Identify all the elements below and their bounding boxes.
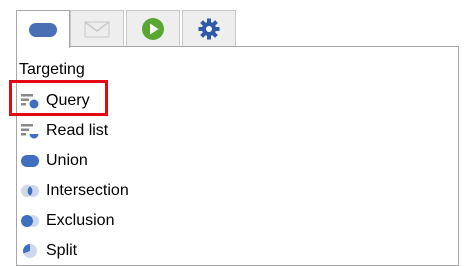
tab-settings[interactable] [182, 10, 236, 47]
query-icon [20, 93, 40, 109]
section-title: Targeting [19, 61, 85, 78]
activity-panel: Targeting Query Read list Union Intersec… [16, 46, 459, 266]
tab-targeting[interactable] [16, 10, 70, 48]
list-item-split[interactable]: Split [20, 240, 77, 262]
exclusion-icon [20, 213, 40, 229]
envelope-icon [84, 21, 110, 38]
list-item-label: Intersection [46, 182, 129, 199]
list-item-label: Split [46, 242, 78, 259]
list-item-query[interactable]: Query [20, 90, 90, 112]
read-list-icon [20, 123, 40, 139]
list-item-intersection[interactable]: Intersection [20, 180, 129, 202]
union-icon [20, 153, 40, 169]
gear-icon [198, 18, 220, 40]
ellipse-icon [29, 22, 57, 37]
list-item-union[interactable]: Union [20, 150, 88, 172]
list-item-exclusion[interactable]: Exclusion [20, 210, 114, 232]
list-item-read-list[interactable]: Read list [20, 120, 108, 142]
list-item-label: Union [46, 152, 88, 169]
list-item-label: Exclusion [46, 212, 115, 229]
tab-execute[interactable] [126, 10, 180, 47]
intersection-icon [20, 183, 40, 199]
tab-bar [16, 10, 240, 48]
tab-messages[interactable] [70, 10, 124, 47]
play-circle-icon [142, 18, 164, 40]
list-item-label: Query [46, 92, 90, 109]
split-icon [20, 243, 40, 259]
list-item-label: Read list [46, 122, 109, 139]
